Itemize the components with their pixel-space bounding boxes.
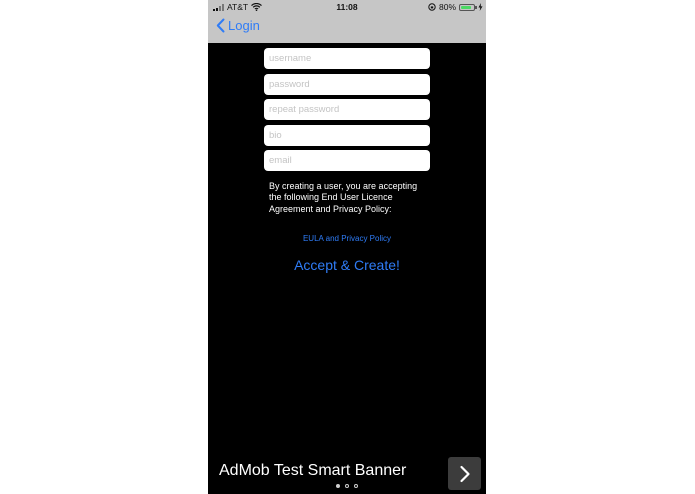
page-dot[interactable] xyxy=(354,484,358,488)
accept-create-button[interactable]: Accept & Create! xyxy=(208,257,486,273)
back-button[interactable]: Login xyxy=(216,18,260,33)
status-right: 80% xyxy=(428,2,483,12)
email-field[interactable] xyxy=(264,150,430,171)
chevron-right-icon xyxy=(459,465,470,482)
nav-bar: Login xyxy=(208,14,486,43)
page-indicator xyxy=(208,484,486,488)
ad-banner-text: AdMob Test Smart Banner xyxy=(219,462,407,479)
battery-icon xyxy=(459,3,477,11)
battery-fill xyxy=(461,5,471,9)
battery-nub xyxy=(475,6,477,9)
back-button-label: Login xyxy=(228,18,260,33)
bio-field[interactable] xyxy=(264,125,430,146)
page-dot[interactable] xyxy=(336,484,340,488)
navigation-header: AT&T 11:08 80% Login xyxy=(208,0,486,43)
status-bar: AT&T 11:08 80% xyxy=(208,0,486,14)
orientation-lock-icon xyxy=(428,3,436,11)
chevron-left-icon xyxy=(216,18,225,33)
username-field[interactable] xyxy=(264,48,430,69)
battery-percent: 80% xyxy=(438,2,456,12)
terms-text: By creating a user, you are accepting th… xyxy=(269,181,418,214)
charging-bolt-icon xyxy=(478,3,483,11)
page-dot[interactable] xyxy=(345,484,349,488)
repeat-password-field[interactable] xyxy=(264,99,430,120)
password-field[interactable] xyxy=(264,74,430,95)
phone-screen: AT&T 11:08 80% Login username bio email … xyxy=(208,0,486,494)
eula-privacy-link[interactable]: EULA and Privacy Policy xyxy=(208,234,486,243)
ad-banner[interactable]: AdMob Test Smart Banner xyxy=(208,454,486,494)
